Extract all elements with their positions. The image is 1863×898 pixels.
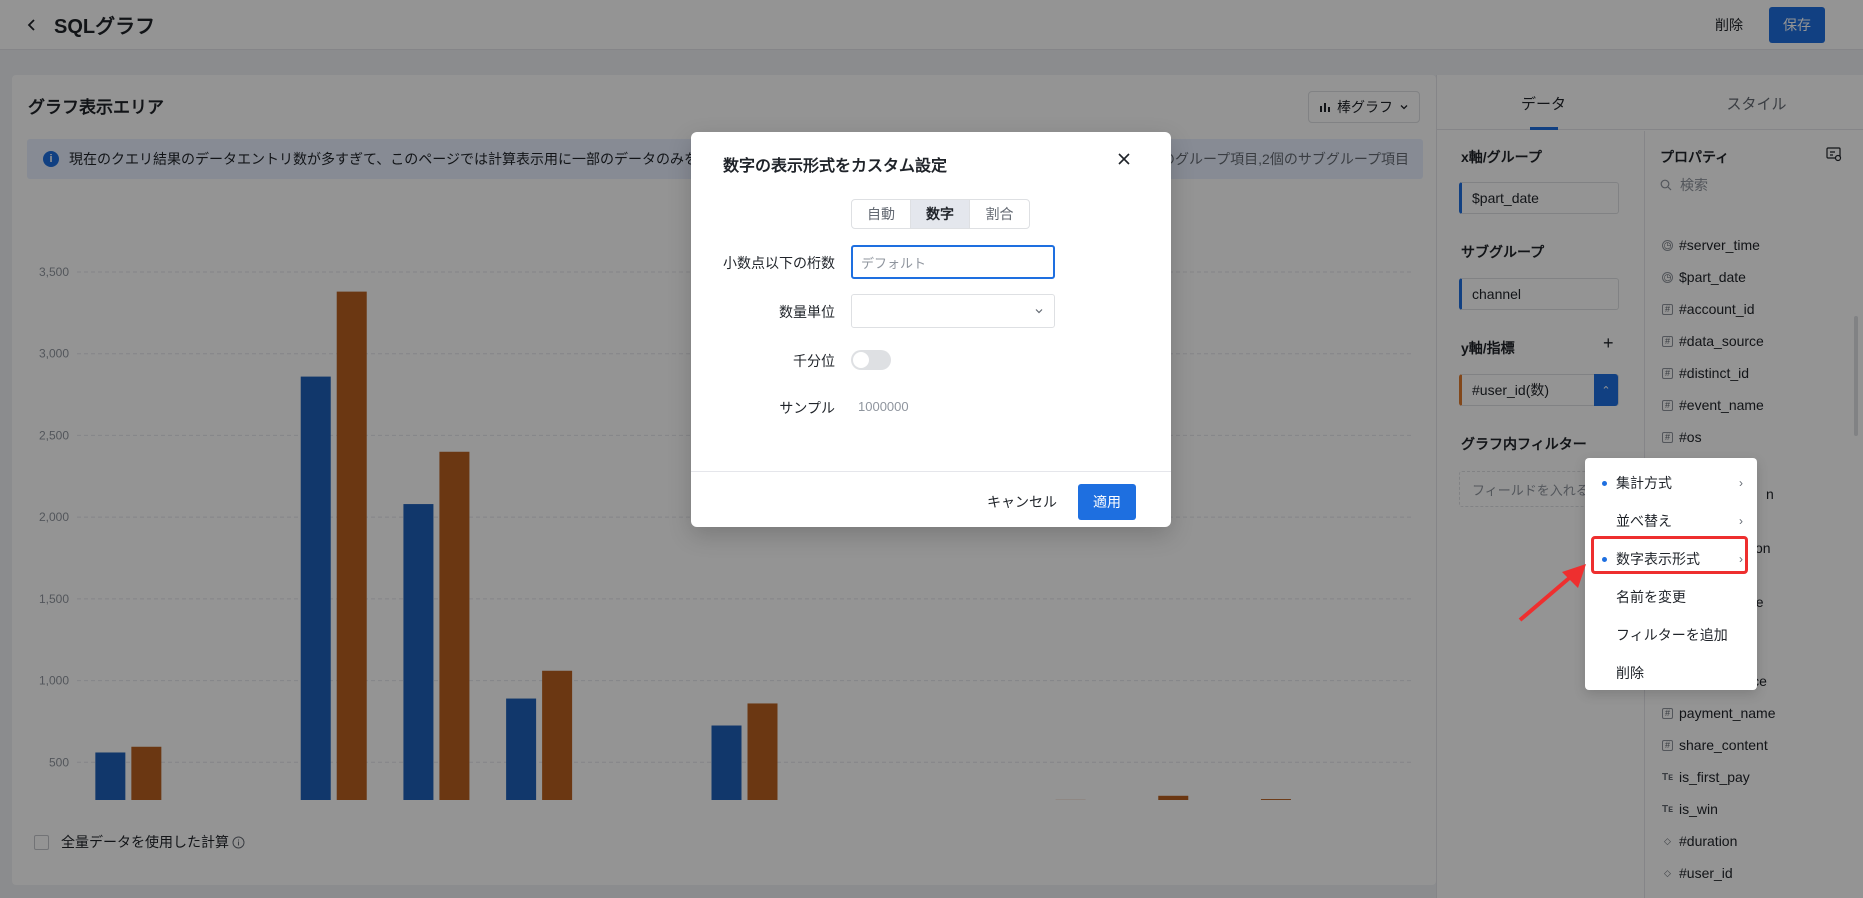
menu-item-delete[interactable]: 削除	[1585, 654, 1757, 692]
active-dot	[1602, 480, 1607, 486]
decimal-label: 小数点以下の桁数	[723, 255, 835, 271]
decimal-places-input[interactable]: デフォルト	[851, 245, 1055, 279]
red-arrow-icon	[1518, 564, 1586, 622]
sample-label: サンプル	[779, 400, 835, 416]
format-segmented-control: 自動 数字 割合	[851, 199, 1030, 229]
menu-label: フィルターを追加	[1616, 627, 1728, 643]
menu-item-add-filter[interactable]: フィルターを追加	[1585, 616, 1757, 654]
apply-button[interactable]: 適用	[1078, 484, 1136, 520]
segment-number[interactable]: 数字	[911, 200, 970, 228]
segment-auto[interactable]: 自動	[852, 200, 911, 228]
dialog-divider	[691, 471, 1171, 472]
menu-label: 並べ替え	[1616, 513, 1672, 529]
chevron-down-icon	[1035, 309, 1043, 314]
menu-item-sort[interactable]: 並べ替え ›	[1585, 502, 1757, 540]
segment-ratio[interactable]: 割合	[970, 200, 1029, 228]
unit-select[interactable]	[851, 294, 1055, 328]
cancel-button[interactable]: キャンセル	[977, 484, 1067, 520]
menu-label: 集計方式	[1616, 475, 1672, 491]
menu-item-rename[interactable]: 名前を変更	[1585, 578, 1757, 616]
unit-label: 数量単位	[779, 304, 835, 320]
chevron-right-icon: ›	[1739, 514, 1743, 528]
close-icon[interactable]	[1117, 152, 1133, 168]
menu-label: 削除	[1616, 665, 1644, 681]
highlight-box	[1591, 536, 1748, 574]
chevron-right-icon: ›	[1739, 476, 1743, 490]
thousands-label: 千分位	[793, 353, 835, 369]
menu-item-aggregation[interactable]: 集計方式 ›	[1585, 464, 1757, 502]
sample-value: 1000000	[858, 399, 909, 414]
thousands-toggle[interactable]	[851, 350, 891, 370]
context-menu: 集計方式 › 並べ替え › 数字表示形式 › 名前を変更 フィルターを追加 削除	[1585, 458, 1757, 690]
toggle-knob	[853, 352, 869, 368]
number-format-dialog: 数字の表示形式をカスタム設定 自動 数字 割合 小数点以下の桁数 デフォルト 数…	[691, 132, 1171, 527]
menu-label: 名前を変更	[1616, 589, 1686, 605]
dialog-title: 数字の表示形式をカスタム設定	[723, 158, 948, 175]
